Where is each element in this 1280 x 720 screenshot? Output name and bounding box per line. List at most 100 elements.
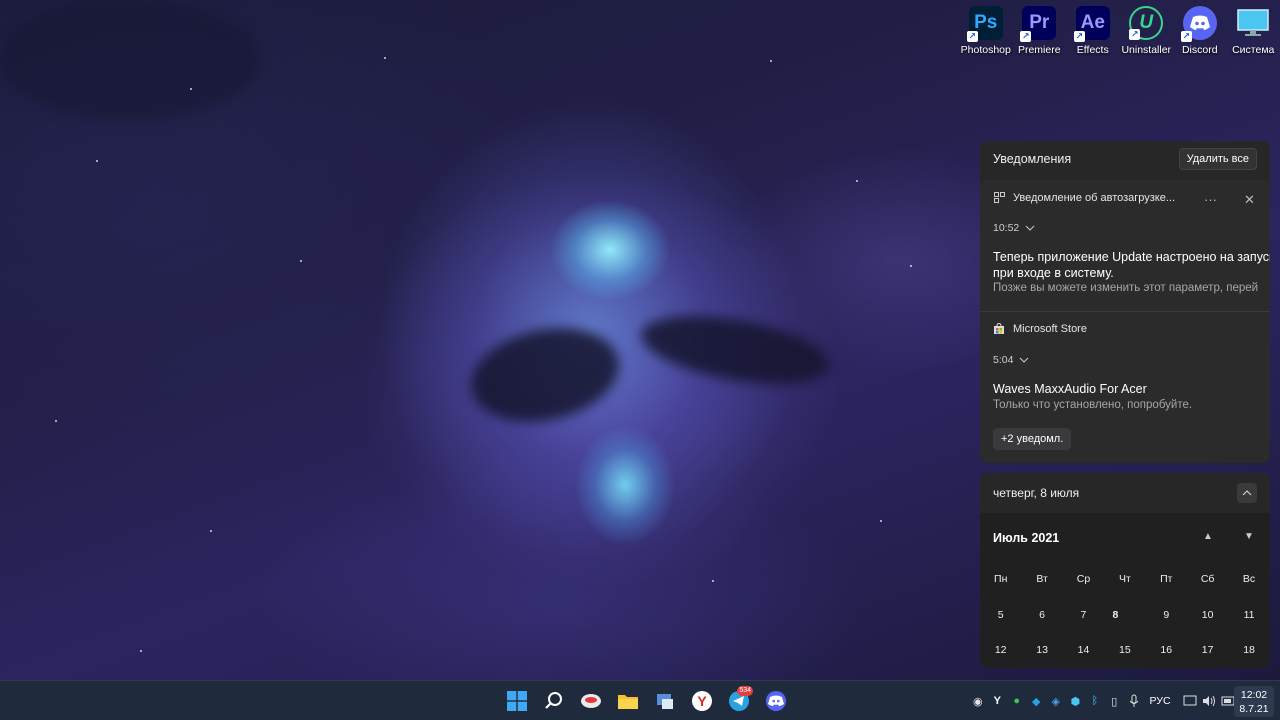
taskbar-app-chat[interactable] <box>572 687 609 715</box>
desktop-shortcut-uninstaller[interactable]: U ↗ Uninstaller <box>1120 6 1174 56</box>
calendar-day[interactable]: 16 <box>1146 634 1187 666</box>
microsoft-store-icon <box>993 322 1005 335</box>
calendar-day-today-number: 8 <box>1112 609 1119 621</box>
calendar-day[interactable]: 6 <box>1021 599 1062 631</box>
desktop-shortcut-system[interactable]: Система <box>1227 6 1280 56</box>
yandex-tray-icon[interactable]: Y <box>988 691 1008 711</box>
desktop-shortcut-label: Uninstaller <box>1121 44 1172 56</box>
previous-month-icon[interactable]: ▲ <box>1203 531 1213 542</box>
notification-time: 5:04 <box>993 354 1014 366</box>
calendar-day[interactable]: 10 <box>1187 599 1228 631</box>
volume-icon[interactable] <box>1200 691 1220 711</box>
notifications-tray-icon[interactable] <box>1181 691 1201 711</box>
calendar-header: четверг, 8 июля <box>980 473 1270 513</box>
collapse-calendar-button[interactable] <box>1237 483 1257 503</box>
desktop-shortcut-label: Premiere <box>1017 44 1061 56</box>
search-button[interactable] <box>535 687 572 715</box>
defender-tray-icon[interactable]: ⬢ <box>1066 691 1086 711</box>
calendar-day-today[interactable]: 8 <box>1104 599 1145 631</box>
chat-app-icon <box>580 694 601 708</box>
calendar-day[interactable]: 17 <box>1187 634 1228 666</box>
notification-title: Теперь приложение Update настроено на за… <box>993 250 1270 264</box>
calendar-day[interactable]: 5 <box>980 599 1021 631</box>
taskbar-app-tools[interactable] <box>646 687 683 715</box>
telegram-tray-icon[interactable]: ◆ <box>1027 691 1047 711</box>
calendar-month-label[interactable]: Июль 2021 <box>993 531 1059 545</box>
calendar-week: 12 13 14 15 16 17 18 <box>980 634 1270 666</box>
notification-card-store[interactable]: Microsoft Store 5:04 Waves MaxxAudio For… <box>980 312 1270 462</box>
chevron-up-icon <box>1242 490 1252 496</box>
notification-header: Уведомления Удалить все <box>980 141 1270 177</box>
clear-all-button[interactable]: Удалить все <box>1178 148 1257 170</box>
calendar-day[interactable]: 13 <box>1021 634 1062 666</box>
clock-date: 8.7.21 <box>1239 703 1269 715</box>
chevron-down-icon[interactable] <box>1025 223 1035 234</box>
desktop-shortcut-label: Effects <box>1076 44 1109 56</box>
calendar-day[interactable]: 9 <box>1146 599 1187 631</box>
folder-icon <box>617 695 638 709</box>
discord-icon <box>765 691 786 711</box>
uninstaller-icon-glyph: U <box>1139 12 1154 33</box>
calendar-weekdays: Пн Вт Ср Чт Пт Сб Вс <box>980 573 1270 585</box>
notification-app-name: Microsoft Store <box>1013 323 1087 335</box>
more-options-icon[interactable]: ··· <box>1204 192 1217 207</box>
premiere-icon: Pr ↗ <box>1020 6 1057 42</box>
close-icon[interactable]: ✕ <box>1244 192 1255 208</box>
security-tray-icon[interactable]: ● <box>1007 691 1027 711</box>
taskbar-clock[interactable]: 12:02 8.7.21 <box>1234 686 1274 717</box>
taskbar-telegram[interactable]: 534 <box>720 686 757 715</box>
photoshop-icon: Ps ↗ <box>966 6 1003 42</box>
taskbar: Y 534 ◉ Y ● ◆ ◈ ⬢ ᛒ ▯ РУС 12:02 8.7.21 <box>0 680 1280 720</box>
calendar-date-label: четверг, 8 июля <box>993 486 1080 500</box>
weekday-label: Сб <box>1200 573 1215 585</box>
calendar-day[interactable]: 7 <box>1063 599 1104 631</box>
notification-card-autostart[interactable]: Уведомление об автозагрузке... ··· ✕ 10:… <box>980 180 1270 311</box>
calendar-day[interactable]: 18 <box>1228 634 1269 666</box>
system-tray: ◉ Y ● ◆ ◈ ⬢ ᛒ ▯ РУС <box>968 691 1239 711</box>
after-effects-icon: Ae ↗ <box>1073 6 1110 42</box>
premiere-icon-glyph: Pr <box>1029 12 1050 33</box>
yandex-browser-icon: Y <box>691 691 712 711</box>
desktop-shortcut-photoshop[interactable]: Ps ↗ Photoshop <box>959 6 1013 56</box>
next-month-icon[interactable]: ▼ <box>1244 531 1254 542</box>
calendar-day[interactable]: 12 <box>980 634 1021 666</box>
desktop-shortcut-discord[interactable]: ↗ Discord <box>1173 6 1227 56</box>
weekday-label: Чт <box>1118 573 1131 585</box>
taskbar-apps: Y 534 <box>498 686 794 715</box>
taskbar-file-explorer[interactable] <box>609 687 646 715</box>
notification-app-name: Уведомление об автозагрузке... <box>1013 192 1176 204</box>
photoshop-icon-glyph: Ps <box>974 12 998 33</box>
network-share-tray-icon[interactable]: ◈ <box>1046 691 1066 711</box>
weekday-label: Ср <box>1076 573 1091 585</box>
calendar-day[interactable]: 14 <box>1063 634 1104 666</box>
weekday-label: Вс <box>1242 573 1256 585</box>
notification-title-cont: при входе в систему. <box>993 266 1114 280</box>
bluetooth-icon[interactable]: ᛒ <box>1085 691 1105 711</box>
system-monitor-icon <box>1236 6 1270 40</box>
app-grid-icon <box>993 192 1005 204</box>
telegram-unread-badge: 534 <box>737 686 753 696</box>
taskbar-discord[interactable] <box>757 687 794 715</box>
start-button[interactable] <box>498 687 535 715</box>
taskbar-yandex-browser[interactable]: Y <box>683 687 720 715</box>
desktop-icons: Ps ↗ Photoshop Pr ↗ Premiere Ae ↗ Effects U… <box>959 6 1280 56</box>
notification-title: Waves MaxxAudio For Acer <box>993 382 1147 396</box>
desktop-shortcut-premiere[interactable]: Pr ↗ Premiere <box>1013 6 1067 56</box>
calendar-grid: Июль 2021 ▲ ▼ Пн Вт Ср Чт Пт Сб Вс 5 6 7… <box>980 513 1270 668</box>
desktop-shortcut-label: Photoshop <box>960 44 1011 56</box>
notification-body: Только что установлено, попробуйте. <box>993 399 1193 411</box>
input-language-indicator[interactable]: РУС <box>1150 695 1171 707</box>
discord-tray-icon[interactable]: ◉ <box>968 691 988 711</box>
chevron-down-icon[interactable] <box>1019 355 1029 366</box>
weekday-label: Пн <box>994 573 1008 585</box>
desktop-shortcut-after-effects[interactable]: Ae ↗ Effects <box>1066 6 1120 56</box>
svg-text:Y: Y <box>697 693 707 709</box>
control-panel-icon <box>656 694 673 709</box>
calendar-day[interactable]: 11 <box>1228 599 1269 631</box>
microphone-icon[interactable] <box>1124 691 1144 711</box>
usb-device-icon[interactable]: ▯ <box>1105 691 1125 711</box>
weekday-label: Пт <box>1160 573 1173 585</box>
more-notifications-button[interactable]: +2 уведомл. <box>993 428 1072 450</box>
calendar-day[interactable]: 15 <box>1104 634 1145 666</box>
desktop-shortcut-label: Система <box>1232 44 1275 56</box>
